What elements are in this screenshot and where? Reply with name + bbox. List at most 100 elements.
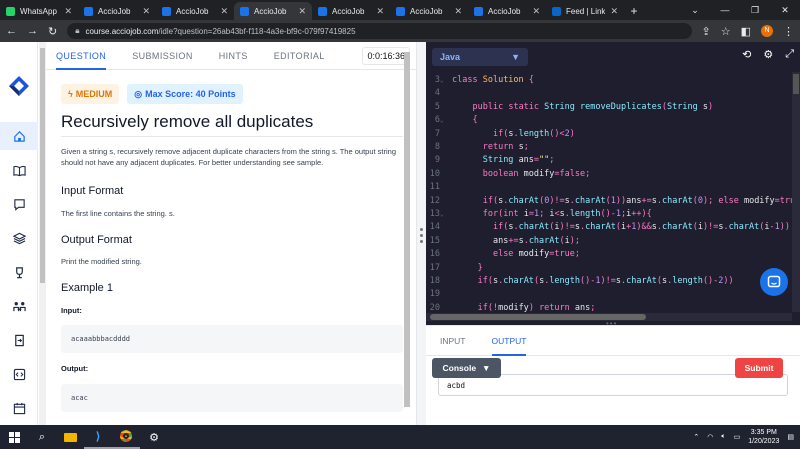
language-select[interactable]: Java ▼ <box>432 48 528 66</box>
favicon-icon <box>396 6 405 16</box>
code-line[interactable]: 6⌄ { <box>426 114 792 127</box>
nav-chat-icon[interactable] <box>0 190 38 218</box>
chrome-icon[interactable] <box>112 425 140 449</box>
speaker-icon[interactable]: 🔈︎ <box>721 433 725 441</box>
console-button[interactable]: Console ▼ <box>432 358 501 378</box>
code-line[interactable]: 17 } <box>426 262 792 275</box>
nav-home-icon[interactable] <box>0 122 38 150</box>
tab-question[interactable]: QUESTION <box>56 42 107 70</box>
code-line[interactable]: 5 public static String removeDuplicates(… <box>426 101 792 114</box>
code-line[interactable]: 11 <box>426 181 792 194</box>
browser-tab[interactable]: AccioJob ✕ <box>78 2 156 20</box>
editor-vertical-scrollbar[interactable] <box>792 72 800 312</box>
left-scrollbar[interactable] <box>39 42 46 425</box>
browser-tab[interactable]: Feed | LinkedIn ✕ <box>546 2 624 20</box>
question-scrollbar[interactable] <box>404 52 410 407</box>
code-line[interactable]: 8 return s; <box>426 141 792 154</box>
tab-search-icon[interactable]: ⌄ <box>680 0 710 20</box>
forward-icon[interactable]: → <box>27 25 38 37</box>
battery-icon[interactable]: ▭ <box>734 433 741 441</box>
new-tab-button[interactable]: + <box>624 2 644 20</box>
share-icon[interactable]: ⇪ <box>702 25 711 38</box>
close-tab-icon[interactable]: ✕ <box>610 6 618 17</box>
example-output: acac <box>71 394 88 402</box>
code-line[interactable]: 19 <box>426 288 792 301</box>
code-line[interactable]: 9 String ans=""; <box>426 154 792 167</box>
restore-button[interactable]: ❐ <box>740 0 770 20</box>
code-line[interactable]: 4 <box>426 87 792 100</box>
code-line[interactable]: 10 boolean modify=false; <box>426 168 792 181</box>
browser-tab[interactable]: AccioJob ✕ <box>312 2 390 20</box>
code-line[interactable]: 14 if(s.charAt(i)!=s.charAt(i+1)&&s.char… <box>426 221 792 234</box>
code-text: if(s.charAt(i)!=s.charAt(i+1)&&s.charAt(… <box>492 222 791 233</box>
nav-exit-icon[interactable] <box>0 326 38 354</box>
code-line[interactable]: 7 if(s.length()<2) <box>426 128 792 141</box>
acciojob-logo[interactable] <box>7 74 31 98</box>
nav-book-icon[interactable] <box>0 156 38 184</box>
bookmark-star-icon[interactable]: ☆ <box>721 25 731 38</box>
settings-gear-icon[interactable]: ⚙ <box>763 48 773 61</box>
vscode-icon[interactable]: ⟩ <box>84 425 112 449</box>
close-tab-icon[interactable]: ✕ <box>532 6 540 17</box>
close-tab-icon[interactable]: ✕ <box>298 6 306 17</box>
line-number: 15 <box>429 235 440 246</box>
close-tab-icon[interactable]: ✕ <box>454 6 462 17</box>
submit-button[interactable]: Submit <box>735 358 783 378</box>
notification-icon[interactable]: ▤ <box>787 433 794 441</box>
minimize-button[interactable]: — <box>710 0 740 20</box>
address-bar[interactable]: 🔒︎ course.acciojob.com/idle?question=26a… <box>67 23 692 39</box>
line-number: 18 <box>429 276 440 286</box>
code-line[interactable]: 12 if(s.charAt(0)!=s.charAt(1))ans+=s.ch… <box>426 195 792 208</box>
nav-calendar-icon[interactable] <box>0 394 38 422</box>
network-icon[interactable]: ◠ <box>707 433 713 441</box>
tab-editorial[interactable]: EDITORIAL <box>274 51 325 61</box>
code-text: if(s.charAt(0)!=s.charAt(1))ans+=s.charA… <box>482 195 792 206</box>
nav-trophy-icon[interactable] <box>0 258 38 286</box>
profile-avatar[interactable]: N <box>761 25 773 37</box>
nav-layers-icon[interactable] <box>0 224 38 252</box>
example-output-box: acac <box>61 384 403 412</box>
code-line[interactable]: 18 if(s.charAt(s.length()-1)!=s.charAt(s… <box>426 275 792 288</box>
fold-chevron-icon[interactable]: ⌄ <box>440 74 452 87</box>
tray-chevron-icon[interactable]: ⌃ <box>693 433 699 441</box>
browser-tab[interactable]: AccioJob ✕ <box>468 2 546 20</box>
tab-input[interactable]: INPUT <box>440 336 466 346</box>
fullscreen-icon[interactable]: ⤢ <box>785 48 794 61</box>
fold-chevron-icon[interactable]: ⌄ <box>440 114 452 127</box>
code-line[interactable]: 16 else modify=true; <box>426 248 792 261</box>
close-tab-icon[interactable]: ✕ <box>376 6 384 17</box>
browser-tab[interactable]: AccioJob ✕ <box>390 2 468 20</box>
code-line[interactable]: 15 ans+=s.charAt(i); <box>426 235 792 248</box>
code-line[interactable]: 13⌄ for(int i=1; i<s.length()-1;i++){ <box>426 208 792 221</box>
back-icon[interactable]: ← <box>6 25 17 37</box>
code-line[interactable]: 3⌄ class Solution { <box>426 74 792 87</box>
settings-icon[interactable]: ⚙ <box>140 425 168 449</box>
reload-icon[interactable]: ↻ <box>48 25 57 38</box>
nav-team-icon[interactable] <box>0 292 38 320</box>
menu-kebab-icon[interactable]: ⋮ <box>783 25 794 38</box>
chat-support-button[interactable] <box>760 268 788 296</box>
left-nav <box>0 42 38 425</box>
browser-tab[interactable]: AccioJob ✕ <box>156 2 234 20</box>
clock[interactable]: 3:35 PM 1/20/2023 <box>748 428 779 446</box>
tab-output[interactable]: OUTPUT <box>491 326 527 356</box>
windows-start-icon[interactable] <box>0 425 28 449</box>
code-area[interactable]: 3⌄ class Solution {4 5 public static Strin… <box>426 72 792 312</box>
tab-submission[interactable]: SUBMISSION <box>132 51 193 61</box>
pane-splitter[interactable] <box>416 42 426 425</box>
file-explorer-icon[interactable] <box>56 425 84 449</box>
code-line[interactable]: 20 if(!modify) return ans; <box>426 302 792 312</box>
reset-icon[interactable]: ⟲ <box>742 48 751 61</box>
browser-tab[interactable]: AccioJob ✕ <box>234 2 312 20</box>
nav-code-icon[interactable] <box>0 360 38 388</box>
tab-hints[interactable]: HINTS <box>219 51 248 61</box>
fold-chevron-icon[interactable]: ⌄ <box>440 208 452 221</box>
close-window-button[interactable]: ✕ <box>770 0 800 20</box>
close-tab-icon[interactable]: ✕ <box>220 6 228 17</box>
browser-tab[interactable]: WhatsApp ✕ <box>0 2 78 20</box>
close-tab-icon[interactable]: ✕ <box>142 6 150 17</box>
sidepanel-icon[interactable]: ◧ <box>741 25 751 38</box>
search-icon[interactable]: ⌕ <box>28 425 56 449</box>
close-tab-icon[interactable]: ✕ <box>64 6 72 17</box>
line-number: 16 <box>429 249 440 260</box>
